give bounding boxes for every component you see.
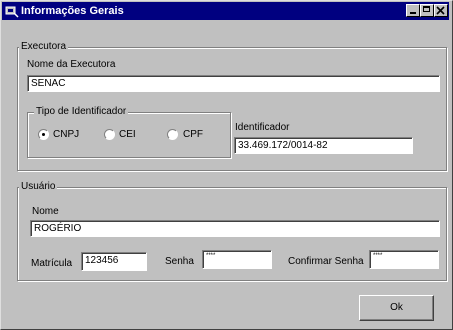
radio-cei[interactable] xyxy=(104,129,115,140)
identificador-label: Identificador xyxy=(235,122,290,133)
close-button[interactable] xyxy=(434,4,448,17)
usuario-group-label: Usuário xyxy=(19,181,58,193)
radio-cpf-label[interactable]: CPF xyxy=(183,129,203,141)
title-bar[interactable]: Informações Gerais xyxy=(2,2,449,20)
matricula-field[interactable]: 123456 xyxy=(81,252,147,271)
nome-usuario-field[interactable]: ROGÉRIO xyxy=(30,220,440,237)
maximize-button[interactable] xyxy=(420,4,434,17)
confirmar-senha-label: Confirmar Senha xyxy=(288,256,364,267)
window-title: Informações Gerais xyxy=(21,5,124,17)
radio-selected-dot xyxy=(42,133,45,136)
identificador-field[interactable]: 33.469.172/0014-82 xyxy=(234,137,413,154)
radio-cnpj-label[interactable]: CNPJ xyxy=(53,129,79,141)
close-icon xyxy=(436,6,445,15)
nome-executora-field[interactable]: SENAC xyxy=(27,75,440,92)
dialog-window: Informações Gerais Executora Nome da Exe… xyxy=(0,0,453,330)
nome-executora-label: Nome da Executora xyxy=(27,59,116,70)
app-icon xyxy=(5,6,19,18)
matricula-label: Matrícula xyxy=(31,258,73,269)
radio-cnpj[interactable] xyxy=(38,129,49,140)
senha-label: Senha xyxy=(165,256,194,267)
radio-cei-label[interactable]: CEI xyxy=(119,129,136,141)
maximize-icon xyxy=(423,6,430,12)
senha-field[interactable]: **** xyxy=(202,250,272,269)
nome-usuario-label: Nome xyxy=(32,206,59,217)
minimize-icon xyxy=(410,12,416,14)
minimize-button[interactable] xyxy=(406,4,420,17)
confirmar-senha-field[interactable]: **** xyxy=(369,250,439,269)
radio-cpf[interactable] xyxy=(167,129,178,140)
tipo-identificador-label: Tipo de Identificador xyxy=(34,106,129,118)
executora-group-label: Executora xyxy=(19,41,69,53)
ok-button[interactable]: Ok xyxy=(359,295,434,321)
